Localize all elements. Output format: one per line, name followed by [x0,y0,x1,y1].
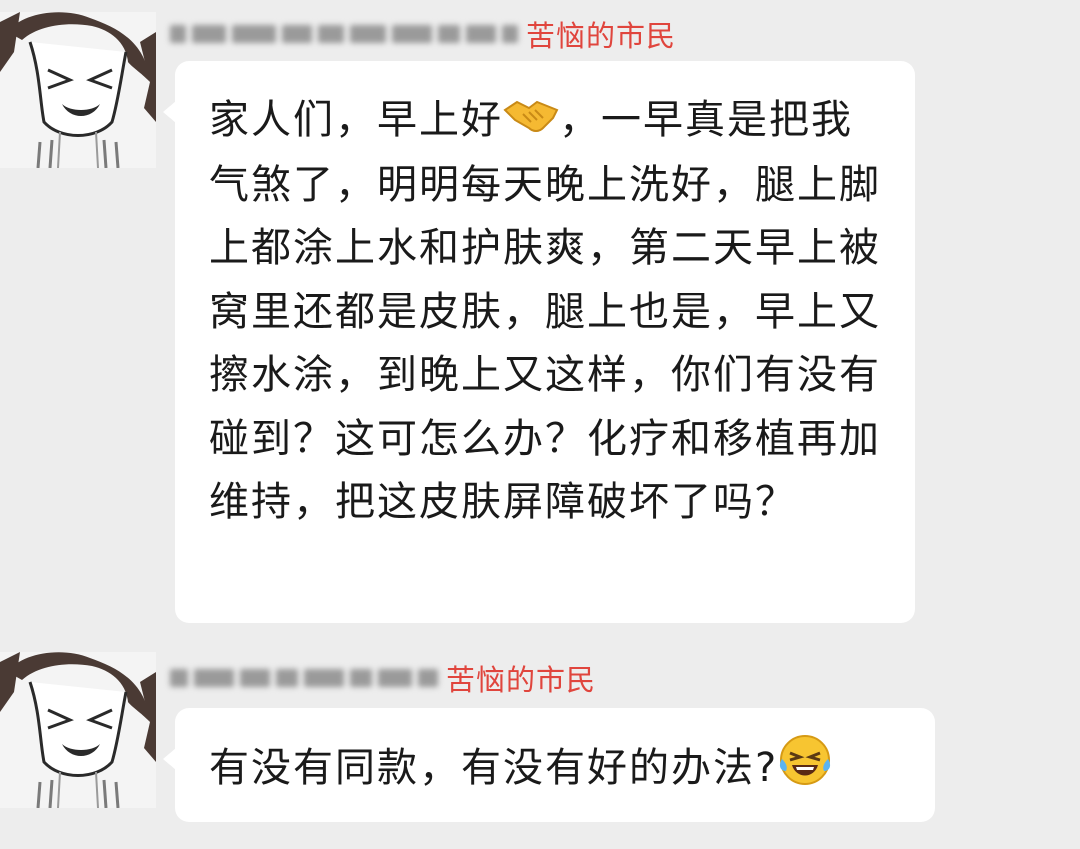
message-text-part: ，一早真是把我气煞了，明明每天晚上洗好，腿上脚上都涂上水和护肤爽，第二天早上被窝… [209,97,881,526]
redacted-username [170,669,438,687]
message-bubble[interactable]: 家人们，早上好 ，一早真是把我气煞了，明明每天晚上洗好，腿上脚上都涂上水和护肤爽，… [163,61,915,623]
crying-girl-avatar-drawing [0,12,156,168]
handshake-icon [503,101,559,133]
sender-role-label: 苦恼的市民 [526,19,677,53]
crying-girl-avatar-icon[interactable] [0,652,156,808]
message-text-part: 有没有同款，有没有好的办法? [209,744,779,791]
laughing-tears-emoji [778,733,832,807]
chat-window: 苦恼的市民 家人们，早上好 ，一早真是把我气煞了，明明每天晚上洗好，腿上脚上都涂上… [0,0,1080,849]
redacted-username [170,25,518,43]
laughing-tears-icon [780,735,831,785]
sender-name-row: 苦恼的市民 [170,12,676,56]
handshake-emoji [503,90,559,154]
crying-girl-avatar-icon[interactable] [0,12,156,168]
message-text-part: 家人们，早上好 [209,97,503,143]
sender-name-row: 苦恼的市民 [170,656,596,700]
sender-role-label: 苦恼的市民 [446,663,597,697]
crying-girl-avatar-drawing [0,652,156,808]
message-text: 家人们，早上好 ，一早真是把我气煞了，明明每天晚上洗好，腿上脚上都涂上水和护肤爽，… [209,89,885,535]
message-bubble[interactable]: 有没有同款，有没有好的办法? [163,708,935,822]
message-text: 有没有同款，有没有好的办法? [209,733,905,807]
